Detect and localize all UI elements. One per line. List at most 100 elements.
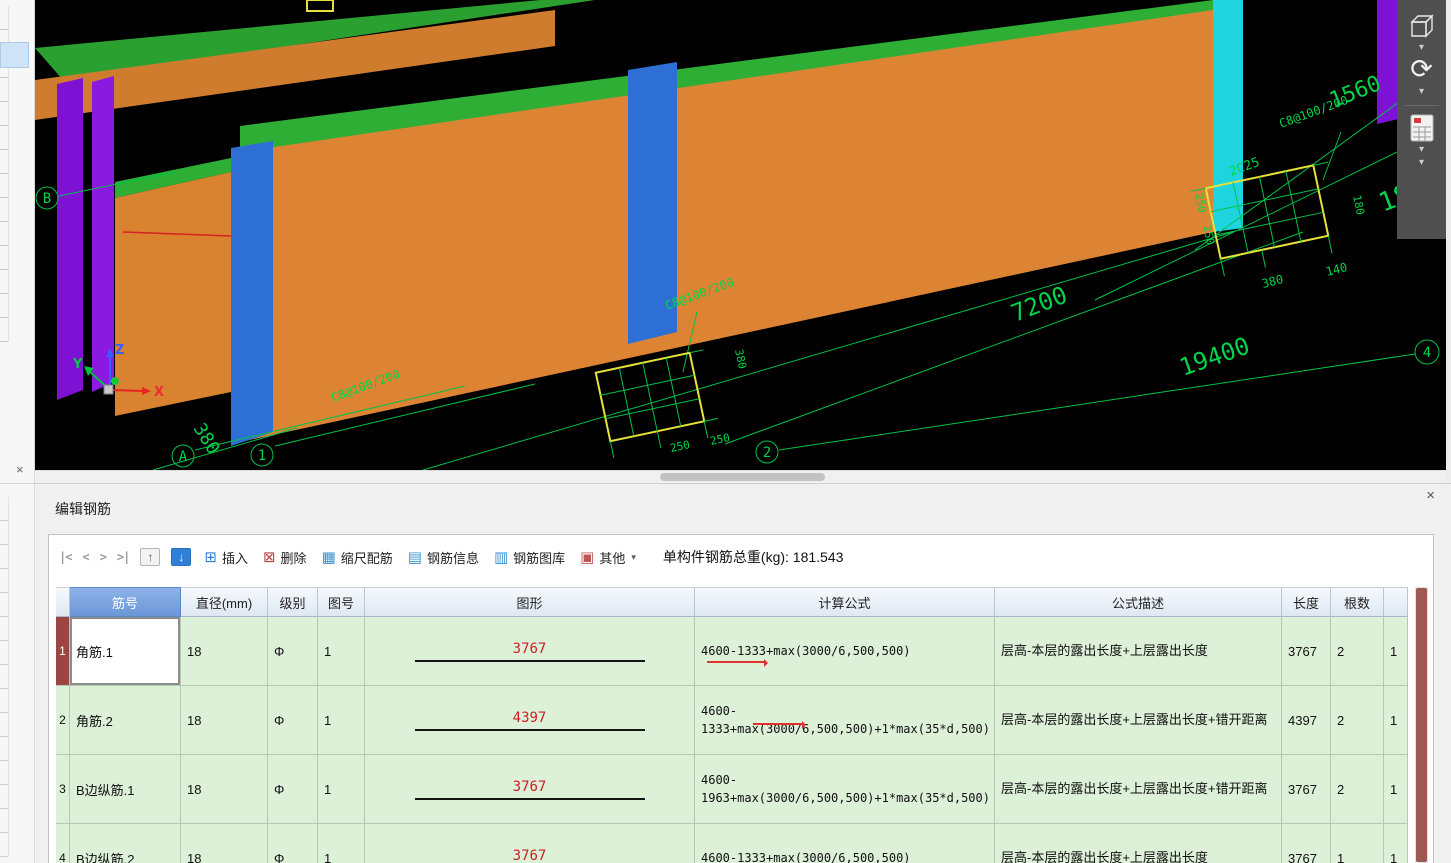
cell-formula-desc[interactable]: 层高-本层的露出长度+上层露出长度	[995, 824, 1282, 863]
arrow-up-icon: ↑	[147, 550, 154, 564]
header-row-number[interactable]	[56, 587, 70, 617]
horizontal-scrollbar-thumb[interactable]	[660, 473, 825, 481]
insert-label: 插入	[221, 550, 248, 566]
vertical-scrollbar[interactable]	[1415, 587, 1428, 863]
nav-first-button[interactable]: |<	[59, 550, 72, 564]
divider	[0, 483, 35, 484]
cell-extra[interactable]: 1	[1384, 686, 1408, 755]
insert-button[interactable]: ⊞ 插入	[202, 546, 250, 569]
row-number[interactable]: 2	[56, 686, 70, 755]
cell-figure-number[interactable]: 1	[318, 824, 365, 863]
row-number[interactable]: 1	[56, 617, 70, 686]
cell-count[interactable]: 1	[1331, 824, 1384, 863]
delete-label: 删除	[280, 550, 307, 566]
cell-shape[interactable]: 4397	[365, 686, 695, 755]
grid-bubble-b: B	[43, 191, 51, 207]
rebar-table: 筋号 直径(mm) 级别 图号 图形 计算公式 公式描述 长度 根数 1 角筋.…	[56, 587, 1408, 863]
grid-bubble-2: 2	[763, 445, 771, 461]
header-count[interactable]: 根数	[1331, 587, 1384, 617]
rebar-library-button[interactable]: ▥ 钢筋图库	[492, 546, 567, 569]
nav-prev-button[interactable]: <	[82, 550, 89, 564]
left-panel-close-icon[interactable]: ×	[16, 463, 24, 476]
cell-diameter[interactable]: 18	[181, 824, 268, 863]
header-bar-name[interactable]: 筋号	[70, 587, 181, 617]
cell-length[interactable]: 3767	[1282, 755, 1331, 824]
formula-highlight-arrow-icon	[707, 658, 768, 667]
header-formula[interactable]: 计算公式	[695, 587, 995, 617]
cell-diameter[interactable]: 18	[181, 686, 268, 755]
row-number[interactable]: 3	[56, 755, 70, 824]
cell-bar-name[interactable]: 角筋.2	[70, 686, 181, 755]
formula-text: 4600-1333+max(3000/6,500,500)+1*max(35*d…	[701, 704, 990, 736]
cell-figure-number[interactable]: 1	[318, 755, 365, 824]
row-number[interactable]: 4	[56, 824, 70, 863]
cell-formula[interactable]: 4600-1963+max(3000/6,500,500)+1*max(35*d…	[695, 755, 995, 824]
cell-formula[interactable]: 4600-1333+max(3000/6,500,500)	[695, 824, 995, 863]
cell-bar-name[interactable]: B边纵筋.1	[70, 755, 181, 824]
3d-viewport[interactable]: B A 1 2 4 7200 19400 1800 1560 380 380 2…	[35, 0, 1446, 470]
cell-figure-number[interactable]: 1	[318, 686, 365, 755]
move-up-button[interactable]: ↑	[140, 548, 161, 566]
cell-extra[interactable]: 1	[1384, 617, 1408, 686]
cell-formula[interactable]: 4600-1333+max(3000/6,500,500)+1*max(35*d…	[695, 686, 995, 755]
cell-grade[interactable]: Φ	[268, 617, 318, 686]
rebar-library-label: 钢筋图库	[513, 550, 566, 566]
chevron-down-icon[interactable]: ▾	[1419, 158, 1424, 168]
view-cube-icon[interactable]	[1408, 12, 1436, 40]
cell-shape[interactable]: 3767	[365, 617, 695, 686]
rebar-info-icon: ▤	[407, 548, 422, 566]
calculator-icon[interactable]	[1410, 114, 1434, 142]
cell-count[interactable]: 2	[1331, 686, 1384, 755]
horizontal-scrollbar[interactable]	[35, 470, 1446, 483]
cell-bar-name[interactable]: B边纵筋.2	[70, 824, 181, 863]
left-panel-selected-row[interactable]	[0, 42, 29, 68]
cell-diameter[interactable]: 18	[181, 755, 268, 824]
cell-length[interactable]: 3767	[1282, 824, 1331, 863]
chevron-down-icon[interactable]: ▾	[1419, 43, 1424, 53]
cell-bar-name[interactable]: 角筋.1	[70, 617, 181, 686]
3d-scene: B A 1 2 4 7200 19400 1800 1560 380 380 2…	[35, 0, 1446, 470]
cell-grade[interactable]: Φ	[268, 755, 318, 824]
cell-count[interactable]: 2	[1331, 617, 1384, 686]
header-figure-number[interactable]: 图号	[318, 587, 365, 617]
table-header-row: 筋号 直径(mm) 级别 图号 图形 计算公式 公式描述 长度 根数	[56, 587, 1408, 617]
cell-extra[interactable]: 1	[1384, 824, 1408, 863]
header-formula-desc[interactable]: 公式描述	[995, 587, 1282, 617]
cell-formula-desc[interactable]: 层高-本层的露出长度+上层露出长度	[995, 617, 1282, 686]
dimension-label: 250	[1200, 224, 1217, 246]
rotate-view-icon[interactable]: ⟳	[1410, 56, 1433, 84]
cell-figure-number[interactable]: 1	[318, 617, 365, 686]
cell-count[interactable]: 2	[1331, 755, 1384, 824]
grid-bubble-4: 4	[1423, 345, 1431, 361]
cell-extra[interactable]: 1	[1384, 755, 1408, 824]
cell-grade[interactable]: Φ	[268, 824, 318, 863]
cell-length[interactable]: 3767	[1282, 617, 1331, 686]
header-diameter[interactable]: 直径(mm)	[181, 587, 268, 617]
other-button[interactable]: ▣ 其他 ▾	[578, 546, 638, 569]
cell-formula[interactable]: 4600-1333+max(3000/6,500,500)	[695, 617, 995, 686]
panel-close-icon[interactable]: ×	[1426, 487, 1435, 504]
chevron-down-icon[interactable]: ▾	[1419, 87, 1424, 97]
cell-formula-desc[interactable]: 层高-本层的露出长度+上层露出长度+错开距离	[995, 686, 1282, 755]
cell-grade[interactable]: Φ	[268, 686, 318, 755]
chevron-down-icon[interactable]: ▾	[1419, 145, 1424, 155]
delete-button[interactable]: ⊠ 删除	[261, 546, 309, 569]
header-grade[interactable]: 级别	[268, 587, 318, 617]
header-length[interactable]: 长度	[1282, 587, 1331, 617]
rebar-toolbar: |< < > >| ↑ ↓ ⊞ 插入 ⊠ 删除 ▦ 缩尺配筋 ▤ 钢筋信息 ▥ …	[59, 539, 843, 575]
cell-shape[interactable]: 3767	[365, 755, 695, 824]
nav-last-button[interactable]: >|	[117, 550, 130, 564]
panel-content: |< < > >| ↑ ↓ ⊞ 插入 ⊠ 删除 ▦ 缩尺配筋 ▤ 钢筋信息 ▥ …	[48, 534, 1434, 863]
header-shape[interactable]: 图形	[365, 587, 695, 617]
cell-shape[interactable]: 3767	[365, 824, 695, 863]
cell-length[interactable]: 4397	[1282, 686, 1331, 755]
cell-formula-desc[interactable]: 层高-本层的露出长度+上层露出长度+错开距离	[995, 755, 1282, 824]
vertical-scrollbar-thumb[interactable]	[1416, 588, 1427, 862]
table-row: 1 角筋.1 18 Φ 1 3767 4600-1333+max(3000/6,…	[56, 617, 1408, 686]
scale-rebar-button[interactable]: ▦ 缩尺配筋	[320, 546, 395, 569]
rebar-info-button[interactable]: ▤ 钢筋信息	[406, 546, 481, 569]
header-extra[interactable]	[1384, 587, 1408, 617]
move-down-button[interactable]: ↓	[171, 548, 192, 566]
nav-next-button[interactable]: >	[100, 550, 107, 564]
cell-diameter[interactable]: 18	[181, 617, 268, 686]
